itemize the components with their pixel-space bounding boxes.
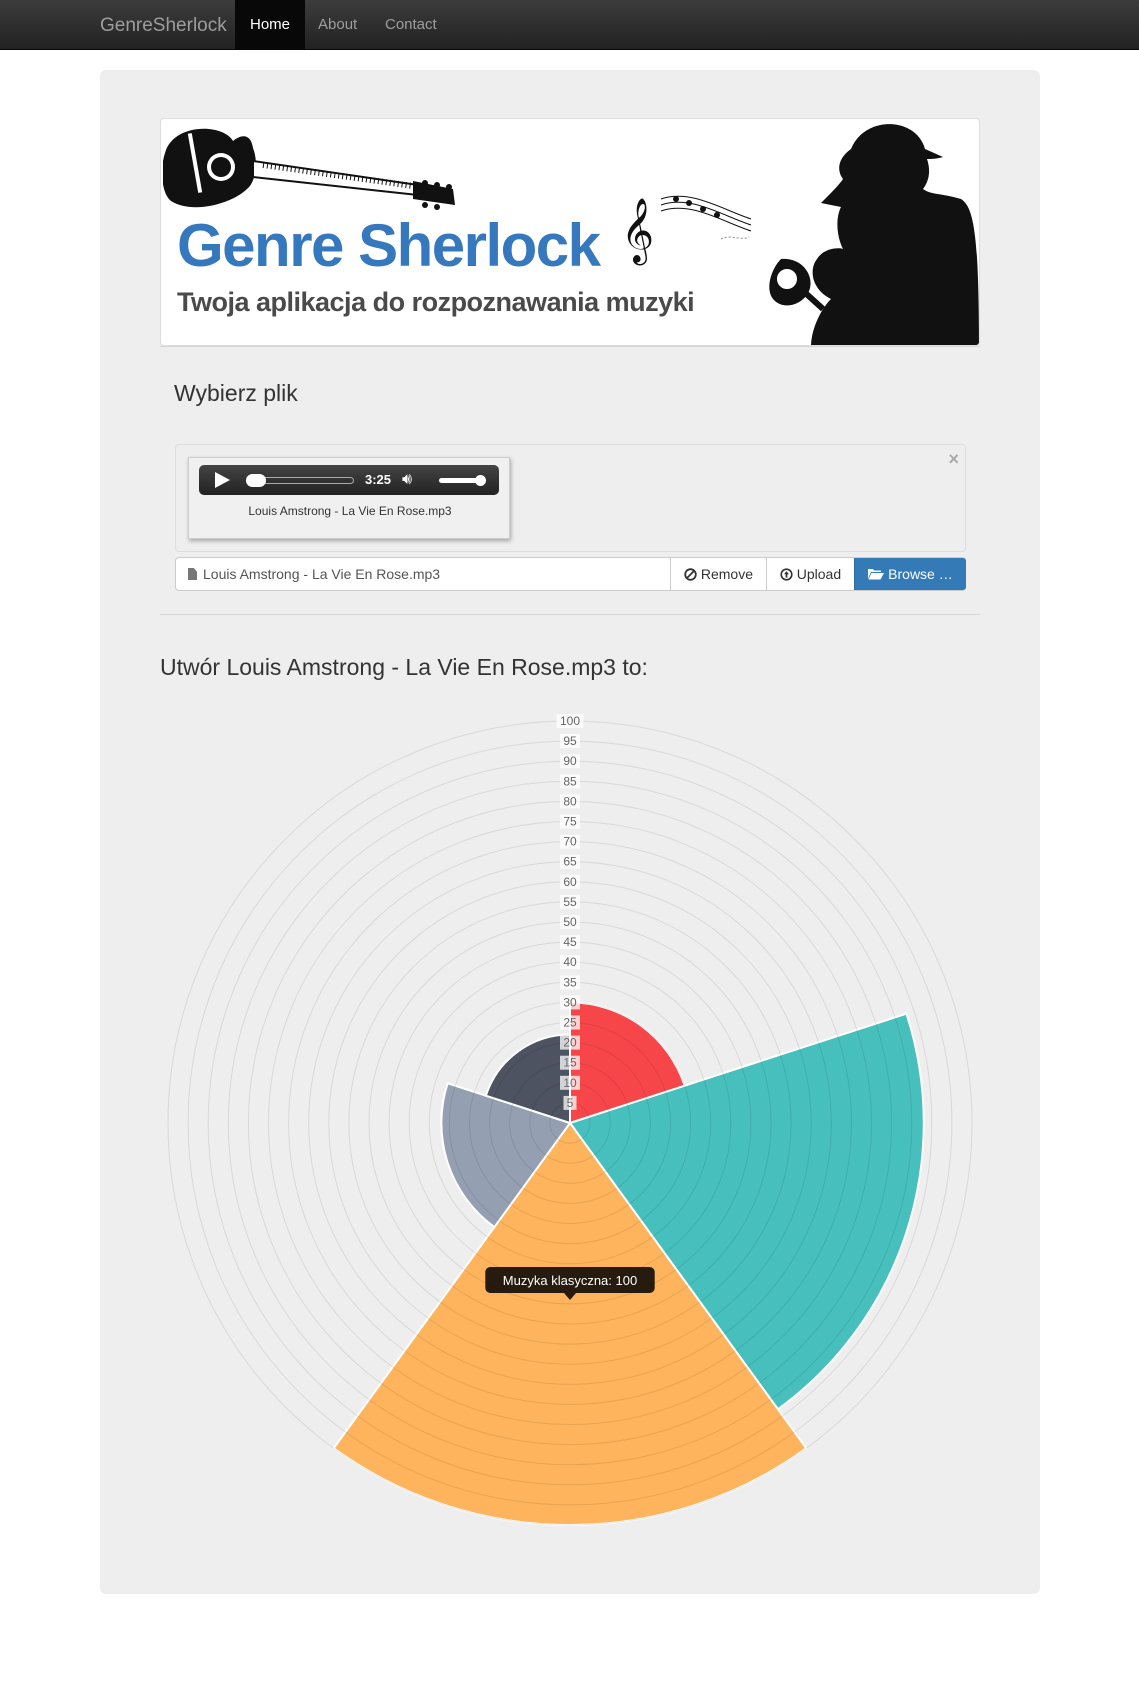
browse-label: Browse … [888, 566, 953, 582]
audio-player: 3:25 🔊︎ [199, 465, 499, 495]
nav-contact[interactable]: Contact [370, 0, 452, 50]
upload-button[interactable]: Upload [766, 558, 854, 590]
tooltip-text: Muzyka klasyczna: 100 [503, 1273, 637, 1288]
player-time: 3:25 [365, 472, 392, 487]
remove-label: Remove [700, 566, 754, 582]
upload-circle-icon [780, 568, 793, 581]
tick-label: 35 [563, 975, 577, 989]
tick-label: 85 [563, 774, 577, 788]
tick-label: 20 [563, 1036, 577, 1050]
tick-label: 30 [563, 995, 577, 1009]
tick-label: 50 [563, 915, 577, 929]
divider [160, 346, 980, 347]
tick-label: 100 [560, 714, 580, 728]
tick-label: 55 [563, 895, 577, 909]
preview-caption: Louis Amstrong - La Vie En Rose.mp3 [248, 504, 452, 518]
main-panel: Genre Sherlock Twoja aplikacja do rozpoz… [100, 70, 1040, 1594]
tick-label: 90 [563, 754, 577, 768]
browse-button[interactable]: Browse … [854, 558, 966, 590]
nav-home[interactable]: Home [235, 0, 306, 50]
tick-label: 70 [563, 835, 577, 849]
tick-label: 95 [563, 734, 577, 748]
file-caption[interactable]: Louis Amstrong - La Vie En Rose.mp3 [176, 558, 670, 590]
tick-label: 25 [563, 1016, 577, 1030]
volume-handle[interactable] [475, 475, 486, 486]
nav-about[interactable]: About [303, 0, 372, 50]
tick-label: 80 [563, 794, 577, 808]
folder-open-icon [868, 569, 885, 580]
select-file-heading: Wybierz plik [174, 380, 298, 406]
banner: Genre Sherlock Twoja aplikacja do rozpoz… [160, 118, 980, 346]
tick-label: 10 [563, 1076, 577, 1090]
genre-polar-chart: 5 10 15 20 25 30 35 40 45 50 55 60 65 70 75 80 85 90 95 100… [167, 714, 973, 1526]
sherlock-silhouette-icon [769, 124, 979, 345]
banner-subtitle: Twoja aplikacja do rozpoznawania muzyki [177, 287, 695, 317]
tick-label: 40 [563, 955, 577, 969]
result-heading: Utwór Louis Amstrong - La Vie En Rose.mp… [160, 654, 648, 680]
file-name: Louis Amstrong - La Vie En Rose.mp3 [203, 566, 441, 582]
remove-button[interactable]: Remove [670, 558, 766, 590]
close-preview-icon[interactable]: × [948, 449, 959, 470]
audio-preview: 3:25 🔊︎ Louis Amstrong - La Vie En Rose.… [188, 457, 510, 539]
banner-title: Genre Sherlock [177, 212, 601, 279]
file-input-group: Louis Amstrong - La Vie En Rose.mp3 Remo… [175, 557, 966, 591]
svg-text:𝄞: 𝄞 [621, 198, 654, 265]
play-icon[interactable] [215, 472, 230, 488]
tick-label: 65 [563, 855, 577, 869]
navbar-brand[interactable]: GenreSherlock [100, 15, 227, 37]
file-preview-box: × 3:25 🔊︎ Louis Amstrong - La Vie En Ros… [175, 444, 966, 552]
tick-label: 5 [567, 1096, 574, 1110]
navbar: GenreSherlock Home About Contact [0, 0, 1139, 50]
ban-icon [684, 568, 697, 581]
guitar-icon [163, 128, 455, 210]
tick-label: 45 [563, 935, 577, 949]
tick-label: 15 [563, 1056, 577, 1070]
tick-label: 60 [563, 875, 577, 889]
file-icon [188, 568, 197, 580]
tick-label: 75 [563, 815, 577, 829]
upload-label: Upload [796, 566, 842, 582]
seek-handle[interactable] [246, 474, 266, 487]
volume-icon[interactable]: 🔊︎ [402, 471, 412, 489]
divider [160, 614, 980, 615]
